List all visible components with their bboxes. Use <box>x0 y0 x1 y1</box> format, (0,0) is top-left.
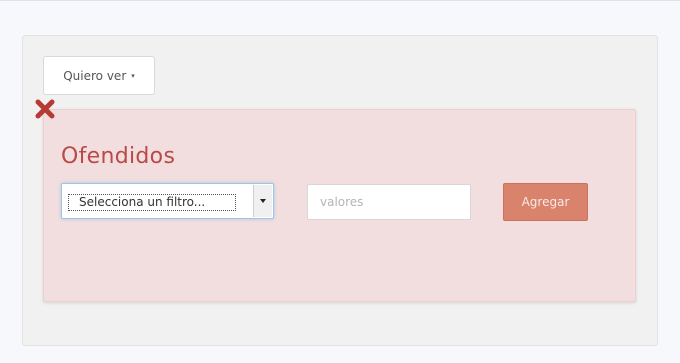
select-arrow-button[interactable] <box>253 185 272 217</box>
chevron-down-icon <box>260 199 266 203</box>
add-button[interactable]: Agregar <box>503 183 588 221</box>
close-x-icon[interactable] <box>34 98 56 120</box>
page-background: Quiero ver ▾ Ofendidos Selecciona un fil… <box>0 0 680 363</box>
filter-select[interactable]: Selecciona un filtro... <box>61 183 274 219</box>
caret-down-icon: ▾ <box>131 71 135 80</box>
filter-select-value: Selecciona un filtro... <box>68 194 236 211</box>
quiero-ver-label: Quiero ver <box>63 68 127 83</box>
values-input[interactable] <box>307 184 471 220</box>
quiero-ver-dropdown-button[interactable]: Quiero ver ▾ <box>43 56 155 95</box>
close-x-icon-graphic <box>35 99 55 119</box>
card-title: Ofendidos <box>61 144 176 169</box>
